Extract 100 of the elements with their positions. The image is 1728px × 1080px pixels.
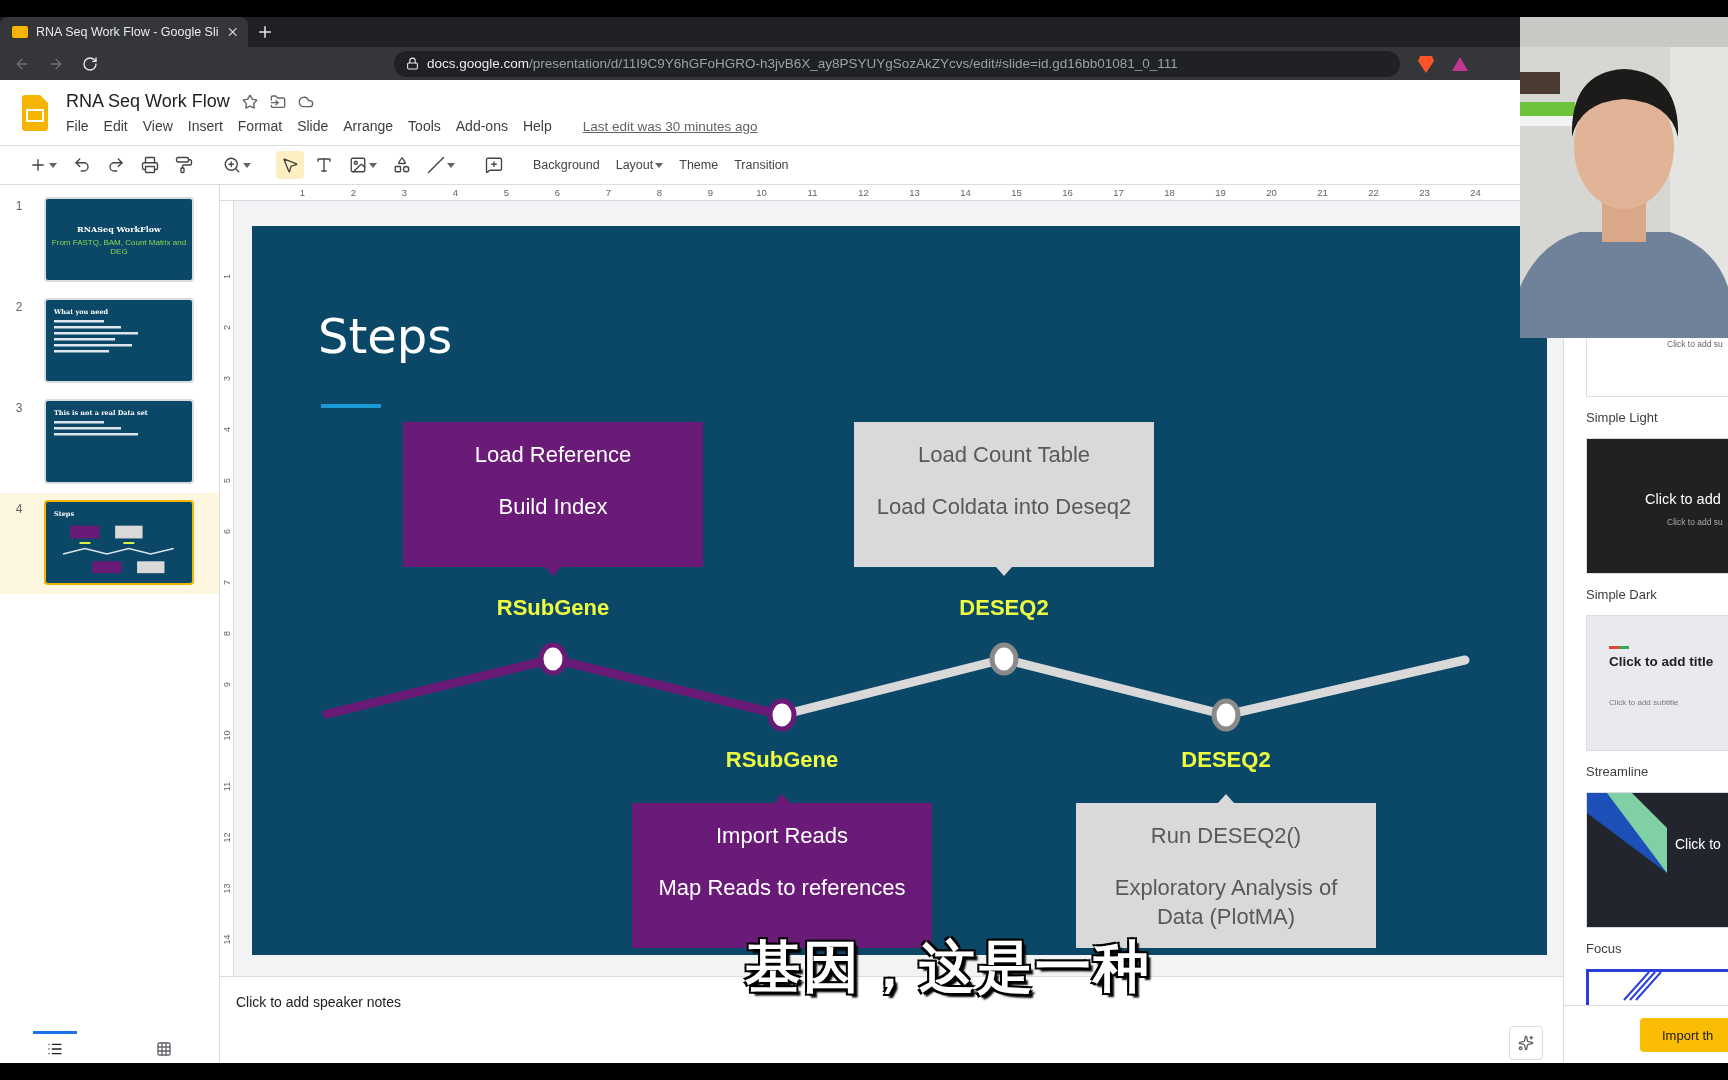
ruler-number: 3 bbox=[220, 375, 233, 383]
theme-name: Simple Dark bbox=[1586, 586, 1658, 604]
slide-thumbnail-subtitle: From FASTQ, BAM, Count Matrix and DEG bbox=[50, 237, 188, 256]
grid-icon bbox=[156, 1041, 173, 1057]
ruler-number: 12 bbox=[220, 831, 233, 844]
ruler-number: 23 bbox=[1418, 186, 1431, 200]
theme-name: Streamline bbox=[1586, 763, 1650, 781]
ruler-number: 20 bbox=[1265, 186, 1278, 200]
ruler-number: 11 bbox=[806, 186, 819, 200]
image-icon bbox=[349, 156, 367, 174]
timeline-node bbox=[989, 642, 1019, 676]
accent-line-icon bbox=[1609, 646, 1629, 649]
ruler-number: 22 bbox=[1367, 186, 1380, 200]
ruler-number: 1 bbox=[220, 273, 233, 281]
menu-item[interactable]: File bbox=[66, 118, 89, 134]
theme-name: Focus bbox=[1586, 940, 1623, 958]
slide-title: Steps bbox=[318, 308, 453, 364]
callout-text: Load Coldata into Deseq2 bbox=[876, 492, 1132, 521]
slide-thumbnail[interactable]: RNASeq WorkFlow From FASTQ, BAM, Count Matrix and DEG bbox=[44, 197, 194, 282]
ruler-number: 15 bbox=[1010, 186, 1023, 200]
subtitle-caption: 基因，这是一种 bbox=[745, 933, 1151, 1002]
ruler-number: 4 bbox=[451, 186, 460, 200]
timeline-node bbox=[1211, 698, 1241, 732]
theme-name: Simple Light bbox=[1586, 409, 1659, 427]
document-title[interactable]: RNA Seq Work Flow bbox=[66, 91, 230, 112]
theme-thumbnail[interactable]: Click to bbox=[1586, 792, 1728, 928]
ruler-number: 21 bbox=[1316, 186, 1329, 200]
tab-title: RNA Seq Work Flow - Google Sli bbox=[36, 25, 219, 39]
menu-item[interactable]: Arrange bbox=[343, 118, 394, 134]
browser-tab[interactable]: RNA Seq Work Flow - Google Sli bbox=[0, 17, 248, 47]
ruler-number: 2 bbox=[220, 324, 233, 332]
shapes-icon bbox=[393, 156, 411, 174]
ruler-number: 11 bbox=[220, 780, 233, 793]
ruler-number: 6 bbox=[220, 528, 233, 536]
theme-thumbnail[interactable]: Click to add title Click to add subtitle bbox=[1586, 615, 1728, 751]
folder-icon[interactable] bbox=[269, 93, 286, 110]
ruler-number: 7 bbox=[604, 186, 613, 200]
menu-item[interactable]: Help bbox=[522, 118, 552, 134]
menu-item[interactable]: Slide bbox=[297, 118, 329, 134]
sparkle-icon bbox=[1518, 1035, 1534, 1051]
step-label: RSubGene bbox=[724, 747, 840, 773]
ruler-number: 10 bbox=[755, 186, 768, 200]
callout-text: Import Reads bbox=[715, 822, 849, 850]
menu-item[interactable]: Add-ons bbox=[455, 118, 508, 134]
explore-button[interactable] bbox=[1509, 1026, 1543, 1060]
close-icon[interactable] bbox=[226, 25, 240, 39]
menu-item[interactable]: Tools bbox=[408, 118, 441, 134]
ruler-number: 19 bbox=[1214, 186, 1227, 200]
undo-icon bbox=[73, 156, 91, 174]
pointer-icon bbox=[281, 156, 299, 174]
lock-icon bbox=[406, 57, 419, 70]
shield-icon[interactable] bbox=[1418, 54, 1434, 73]
ruler-number: 13 bbox=[908, 186, 921, 200]
theme-subtitle: Click to add su bbox=[1667, 517, 1723, 527]
ruler-number: 8 bbox=[655, 186, 664, 200]
ruler-number: 5 bbox=[502, 186, 511, 200]
menu-item[interactable]: Insert bbox=[187, 118, 223, 134]
last-edit-link[interactable]: Last edit was 30 minutes ago bbox=[582, 118, 758, 134]
theme-title: Click to add bbox=[1645, 491, 1721, 507]
select-tool[interactable] bbox=[276, 151, 304, 179]
theme-thumbnail[interactable]: Click to add Click to add su bbox=[1586, 438, 1728, 574]
callout-text: Run DESEQ2() bbox=[1150, 822, 1302, 850]
step-label: DESEQ2 bbox=[958, 595, 1050, 621]
timeline-node bbox=[767, 698, 797, 732]
slide-thumbnail-title: RNASeq WorkFlow bbox=[77, 223, 161, 234]
ruler-number: 2 bbox=[349, 186, 358, 200]
slide-number: 4 bbox=[14, 501, 24, 518]
ruler-number: 10 bbox=[220, 729, 233, 742]
timeline-node bbox=[538, 642, 568, 676]
triangle-icon[interactable] bbox=[1452, 56, 1468, 71]
callout-text: Map Reads to references bbox=[658, 873, 906, 902]
redo-icon bbox=[107, 156, 125, 174]
add-icon bbox=[29, 156, 47, 174]
ruler-number: 17 bbox=[1112, 186, 1125, 200]
reload-icon[interactable] bbox=[82, 55, 98, 72]
new-tab-icon[interactable] bbox=[256, 23, 274, 41]
paint-roller-icon bbox=[175, 156, 193, 174]
toolbar-button[interactable]: Background bbox=[528, 151, 605, 179]
theme-thumbnail[interactable]: Click to add su bbox=[1586, 338, 1728, 397]
list-icon bbox=[46, 1041, 63, 1057]
import-theme-button[interactable]: Import th bbox=[1640, 1018, 1728, 1052]
star-icon[interactable] bbox=[241, 93, 258, 110]
toolbar-button[interactable]: Transition bbox=[729, 151, 794, 179]
speaker-notes-prompt[interactable]: Click to add speaker notes bbox=[236, 994, 401, 1010]
ruler-number: 16 bbox=[1061, 186, 1074, 200]
toolbar-button[interactable]: Layout bbox=[610, 151, 669, 179]
menu-item[interactable]: Edit bbox=[103, 118, 128, 134]
theme-subtitle: Click to add subtitle bbox=[1609, 698, 1679, 707]
theme-subtitle: Click to add su bbox=[1667, 339, 1723, 349]
toolbar-button[interactable]: Theme bbox=[674, 151, 724, 179]
menu-item[interactable]: Format bbox=[237, 118, 283, 134]
menu-item[interactable]: View bbox=[142, 118, 173, 134]
ruler-number: 13 bbox=[220, 882, 233, 895]
line-icon bbox=[427, 156, 445, 174]
slide-number: 1 bbox=[14, 198, 24, 215]
ruler-number: 12 bbox=[857, 186, 870, 200]
callout-text: Load Reference bbox=[474, 441, 632, 469]
ruler-number: 14 bbox=[220, 933, 233, 946]
ruler-number: 24 bbox=[1469, 186, 1482, 200]
slides-logo-icon bbox=[22, 94, 48, 131]
